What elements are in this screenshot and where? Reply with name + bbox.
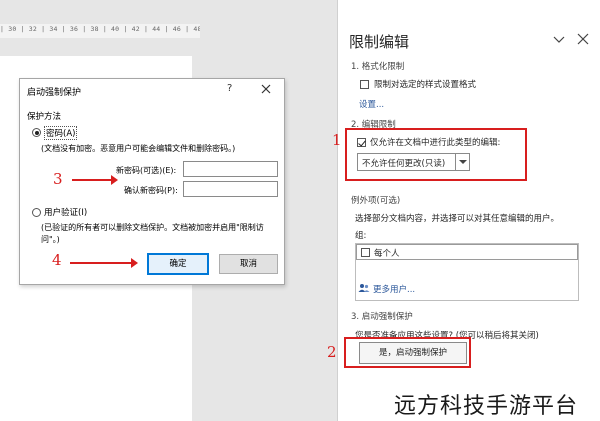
- users-icon: [358, 284, 370, 292]
- limit-formatting-checkbox[interactable]: [360, 80, 369, 89]
- user-authentication-radio[interactable]: [32, 208, 41, 217]
- limit-formatting-label[interactable]: 限制对选定的样式设置格式: [374, 78, 476, 90]
- close-icon[interactable]: [577, 33, 589, 45]
- new-password-input[interactable]: [183, 161, 278, 177]
- annotation-number-4: 4: [52, 251, 62, 269]
- groups-label: 组:: [355, 231, 367, 241]
- annotation-number-1: 1: [332, 131, 342, 149]
- annotation-box-1: [345, 128, 527, 181]
- formatting-restrictions-heading: 1. 格式化限制: [351, 62, 405, 72]
- everyone-label[interactable]: 每个人: [374, 247, 400, 259]
- password-radio-label[interactable]: 密码(A): [44, 126, 78, 140]
- everyone-checkbox[interactable]: [361, 248, 370, 257]
- new-password-label: 新密码(可选)(E):: [116, 166, 177, 175]
- protection-method-label: 保护方法: [27, 112, 62, 122]
- exceptions-description: 选择部分文档内容，并选择可以对其任意编辑的用户。: [355, 214, 560, 224]
- annotation-box-2: [344, 337, 471, 368]
- user-authentication-description: (已验证的所有者可以删除文档保护。文档被加密并启用"限制访问"。): [41, 223, 264, 244]
- chevron-down-icon[interactable]: [553, 34, 565, 44]
- ruler-marks: | 30 | 32 | 34 | 36 | 38 | 40 | 42 | 44 …: [0, 25, 200, 33]
- close-icon[interactable]: [259, 82, 273, 96]
- annotation-arrow-3: [72, 175, 118, 185]
- password-radio[interactable]: [32, 128, 41, 137]
- annotation-number-3: 3: [53, 170, 63, 188]
- cancel-button[interactable]: 取消: [219, 254, 278, 274]
- ok-button[interactable]: 确定: [147, 253, 209, 275]
- document-area: | 30 | 32 | 34 | 36 | 38 | 40 | 42 | 44 …: [0, 0, 337, 421]
- user-authentication-label[interactable]: 用户验证(I): [44, 206, 87, 218]
- annotation-number-2: 2: [327, 343, 337, 361]
- confirm-password-label: 确认新密码(P):: [124, 186, 178, 195]
- annotation-arrow-4: [70, 258, 138, 268]
- confirm-password-input[interactable]: [183, 181, 278, 197]
- ruler: | 30 | 32 | 34 | 36 | 38 | 40 | 42 | 44 …: [0, 24, 200, 38]
- more-users-label[interactable]: 更多用户...: [373, 283, 415, 295]
- list-item[interactable]: 每个人: [356, 244, 578, 260]
- help-icon[interactable]: ?: [227, 83, 232, 94]
- dialog-title: 启动强制保护: [27, 88, 82, 98]
- exceptions-heading: 例外项(可选): [351, 196, 401, 206]
- password-description: (文档没有加密。恶意用户可能会编辑文件和删除密码。): [41, 144, 236, 153]
- watermark: 远方科技手游平台: [394, 394, 579, 419]
- settings-link[interactable]: 设置...: [359, 98, 384, 110]
- start-enforcement-heading: 3. 启动强制保护: [351, 312, 413, 322]
- pane-title: 限制编辑: [349, 33, 410, 51]
